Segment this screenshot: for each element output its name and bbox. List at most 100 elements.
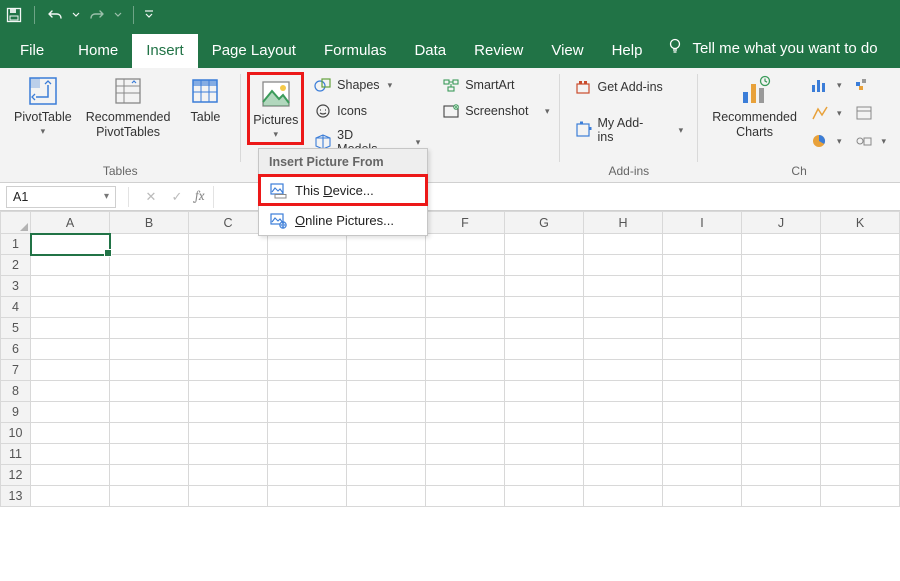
cell[interactable] bbox=[31, 318, 110, 339]
col-header[interactable]: A bbox=[31, 212, 110, 234]
shapes-button[interactable]: Shapes▾ bbox=[310, 74, 424, 96]
cell[interactable] bbox=[821, 318, 900, 339]
cell[interactable] bbox=[821, 381, 900, 402]
tab-help[interactable]: Help bbox=[598, 34, 657, 68]
cell[interactable] bbox=[110, 339, 189, 360]
cell[interactable] bbox=[584, 465, 663, 486]
recommended-pivot-button[interactable]: Recommended PivotTables bbox=[82, 72, 175, 140]
cell[interactable] bbox=[742, 381, 821, 402]
cell[interactable] bbox=[426, 360, 505, 381]
cell[interactable] bbox=[189, 402, 268, 423]
cell[interactable] bbox=[31, 255, 110, 276]
cell[interactable] bbox=[110, 234, 189, 255]
cell[interactable] bbox=[347, 423, 426, 444]
cell[interactable] bbox=[347, 486, 426, 507]
recommended-charts-button[interactable]: Recommended Charts bbox=[708, 72, 801, 140]
col-header[interactable]: C bbox=[189, 212, 268, 234]
cell[interactable] bbox=[505, 381, 584, 402]
cell[interactable] bbox=[110, 381, 189, 402]
col-header[interactable]: H bbox=[584, 212, 663, 234]
qat-customize-icon[interactable] bbox=[144, 5, 154, 25]
cell[interactable] bbox=[268, 444, 347, 465]
cell[interactable] bbox=[584, 297, 663, 318]
chart-type-5-button[interactable] bbox=[851, 102, 890, 124]
cell[interactable] bbox=[31, 465, 110, 486]
cell[interactable] bbox=[584, 444, 663, 465]
cell[interactable] bbox=[31, 276, 110, 297]
cell[interactable] bbox=[268, 297, 347, 318]
row-header[interactable]: 8 bbox=[1, 381, 31, 402]
cell[interactable] bbox=[742, 486, 821, 507]
screenshot-button[interactable]: Screenshot ▾ bbox=[438, 100, 553, 122]
cell[interactable] bbox=[821, 465, 900, 486]
cell[interactable] bbox=[663, 276, 742, 297]
cell[interactable] bbox=[110, 360, 189, 381]
cell[interactable] bbox=[189, 465, 268, 486]
cell[interactable] bbox=[742, 339, 821, 360]
cell[interactable] bbox=[347, 339, 426, 360]
tab-view[interactable]: View bbox=[537, 34, 597, 68]
cell[interactable] bbox=[663, 255, 742, 276]
row-header[interactable]: 4 bbox=[1, 297, 31, 318]
this-device-item[interactable]: This Device... bbox=[259, 175, 427, 205]
cell[interactable] bbox=[347, 381, 426, 402]
cell[interactable] bbox=[584, 318, 663, 339]
tab-file[interactable]: File bbox=[6, 34, 58, 68]
table-button[interactable]: Table bbox=[180, 72, 230, 125]
cell[interactable] bbox=[31, 423, 110, 444]
cell[interactable] bbox=[663, 402, 742, 423]
cell[interactable] bbox=[189, 276, 268, 297]
cell[interactable] bbox=[821, 255, 900, 276]
row-header[interactable]: 11 bbox=[1, 444, 31, 465]
cell[interactable] bbox=[426, 423, 505, 444]
cell[interactable] bbox=[821, 297, 900, 318]
online-pictures-item[interactable]: Online Pictures... bbox=[259, 205, 427, 235]
tab-data[interactable]: Data bbox=[400, 34, 460, 68]
row-header[interactable]: 9 bbox=[1, 402, 31, 423]
cell[interactable] bbox=[742, 255, 821, 276]
cell[interactable] bbox=[268, 360, 347, 381]
cell[interactable] bbox=[426, 339, 505, 360]
cell[interactable] bbox=[189, 255, 268, 276]
cell[interactable] bbox=[189, 486, 268, 507]
cell[interactable] bbox=[821, 339, 900, 360]
cell[interactable] bbox=[268, 465, 347, 486]
cell[interactable] bbox=[426, 381, 505, 402]
tab-page-layout[interactable]: Page Layout bbox=[198, 34, 310, 68]
col-header[interactable]: K bbox=[821, 212, 900, 234]
cell[interactable] bbox=[584, 339, 663, 360]
cell[interactable] bbox=[189, 297, 268, 318]
cell[interactable] bbox=[505, 234, 584, 255]
cell[interactable] bbox=[821, 444, 900, 465]
col-header[interactable]: J bbox=[742, 212, 821, 234]
spreadsheet-grid[interactable]: ABCDEFGHIJK12345678910111213 bbox=[0, 211, 900, 581]
cell[interactable] bbox=[268, 423, 347, 444]
cell[interactable] bbox=[31, 381, 110, 402]
cell[interactable] bbox=[347, 465, 426, 486]
cell[interactable] bbox=[268, 486, 347, 507]
col-header[interactable]: B bbox=[110, 212, 189, 234]
select-all[interactable] bbox=[1, 212, 31, 234]
cell[interactable] bbox=[268, 276, 347, 297]
cell[interactable] bbox=[742, 465, 821, 486]
cell[interactable] bbox=[821, 234, 900, 255]
cell[interactable] bbox=[584, 381, 663, 402]
undo-icon[interactable] bbox=[45, 5, 65, 25]
cell[interactable] bbox=[31, 444, 110, 465]
cell[interactable] bbox=[505, 318, 584, 339]
cell[interactable] bbox=[110, 255, 189, 276]
save-icon[interactable] bbox=[4, 5, 24, 25]
cell[interactable] bbox=[505, 465, 584, 486]
cell[interactable] bbox=[189, 360, 268, 381]
row-header[interactable]: 1 bbox=[1, 234, 31, 255]
tell-me[interactable]: Tell me what you want to do bbox=[656, 29, 887, 68]
col-header[interactable]: I bbox=[663, 212, 742, 234]
pictures-button[interactable]: Pictures ▾ bbox=[247, 72, 304, 145]
row-header[interactable]: 2 bbox=[1, 255, 31, 276]
cell[interactable] bbox=[505, 402, 584, 423]
cell[interactable] bbox=[268, 381, 347, 402]
row-header[interactable]: 6 bbox=[1, 339, 31, 360]
cell[interactable] bbox=[584, 402, 663, 423]
cell[interactable] bbox=[663, 339, 742, 360]
cell[interactable] bbox=[742, 423, 821, 444]
